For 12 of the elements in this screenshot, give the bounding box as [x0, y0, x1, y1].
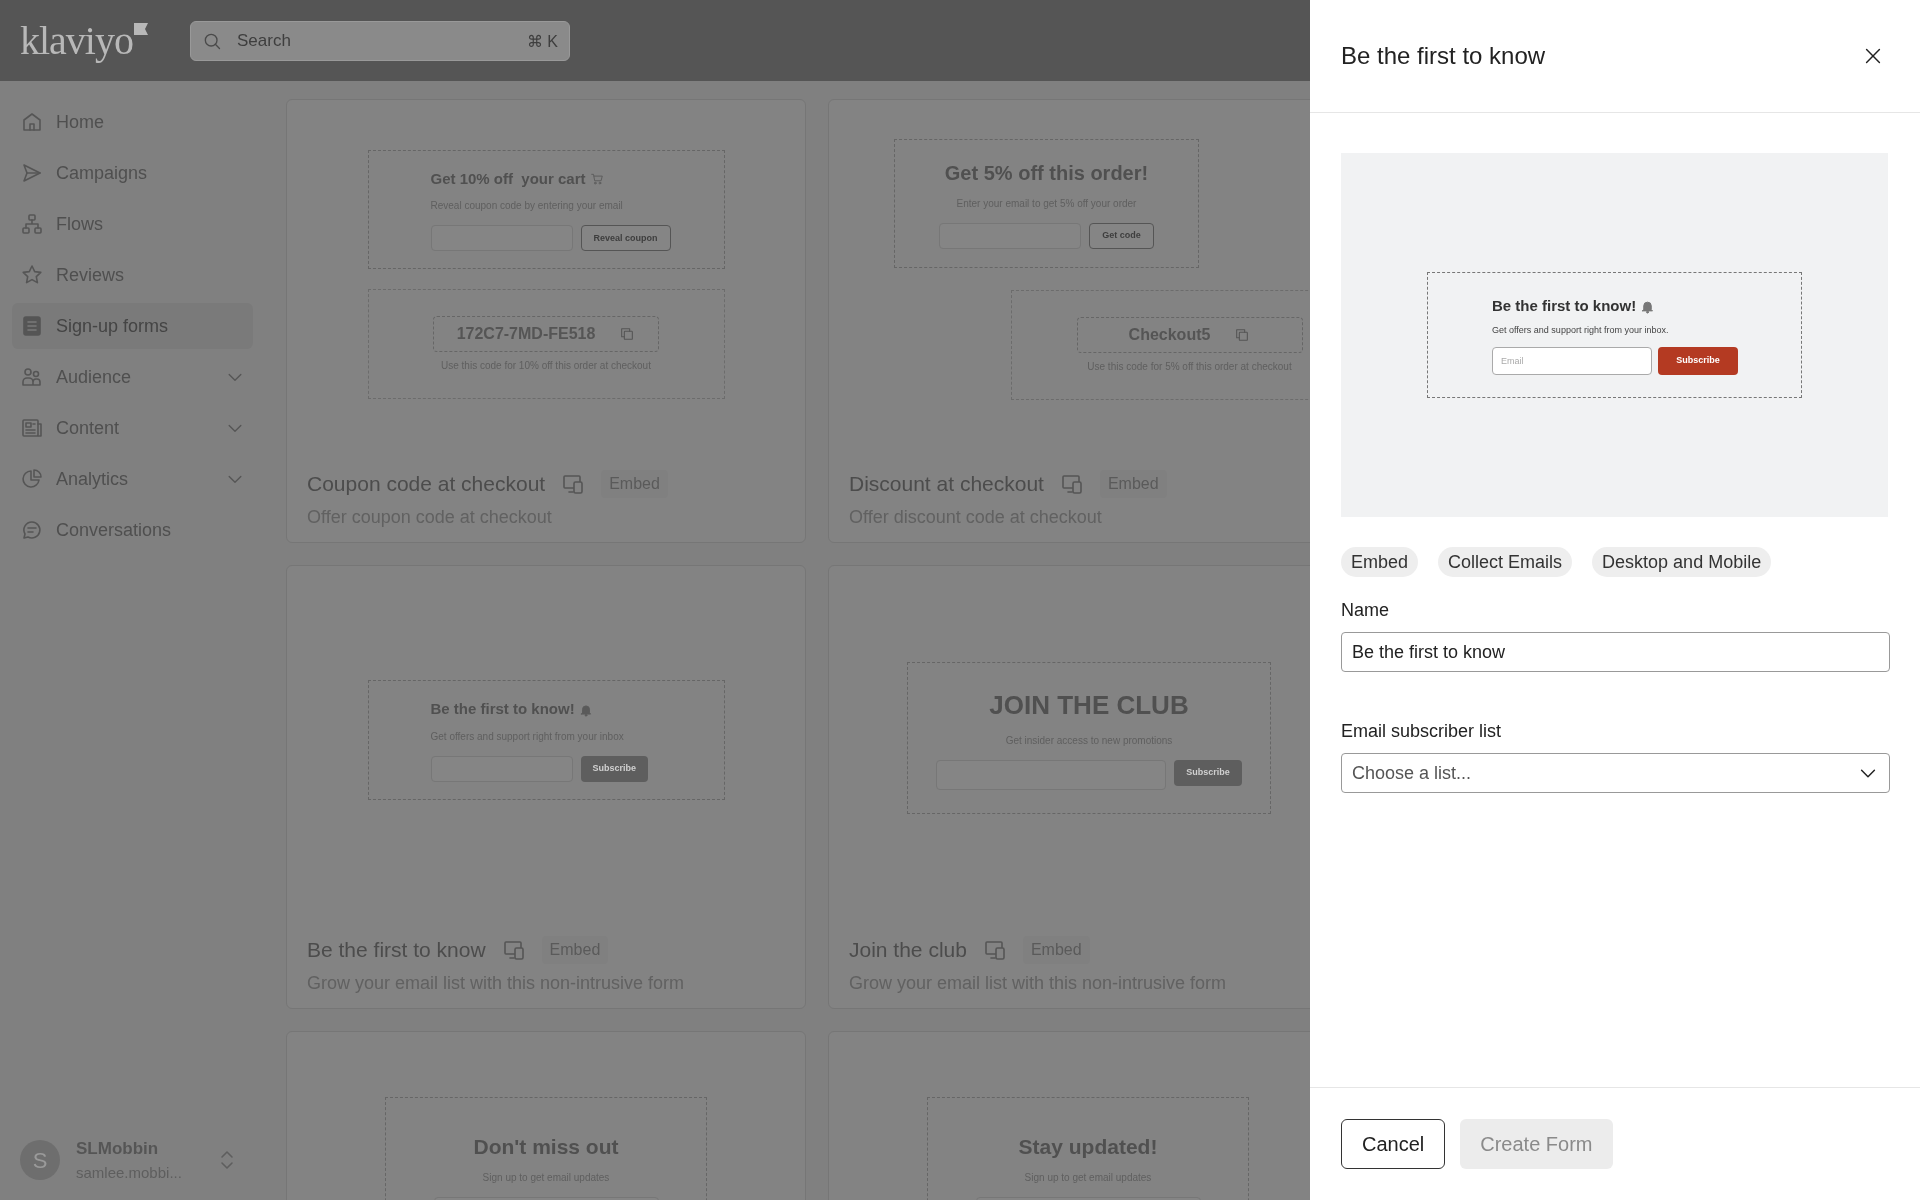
preview-heading: Be the first to know! — [1492, 296, 1637, 316]
preview-button: Subscribe — [580, 755, 648, 782]
preview-button: Get code — [1089, 223, 1154, 249]
preview-subtitle: Get offers and support right from your inbox. — [1492, 323, 1670, 337]
tag: Embed — [1341, 547, 1419, 577]
tag: Collect Emails — [1438, 547, 1573, 577]
tag: Desktop and Mobile — [1592, 547, 1772, 577]
logo: klaviyo — [20, 20, 133, 61]
preview-button: Reveal coupon — [580, 225, 671, 252]
keyboard-shortcut: ⌘ K — [526, 31, 558, 52]
drawer-title: Be the first to know — [1341, 41, 1546, 71]
preview-button: Subscribe — [1174, 760, 1242, 786]
